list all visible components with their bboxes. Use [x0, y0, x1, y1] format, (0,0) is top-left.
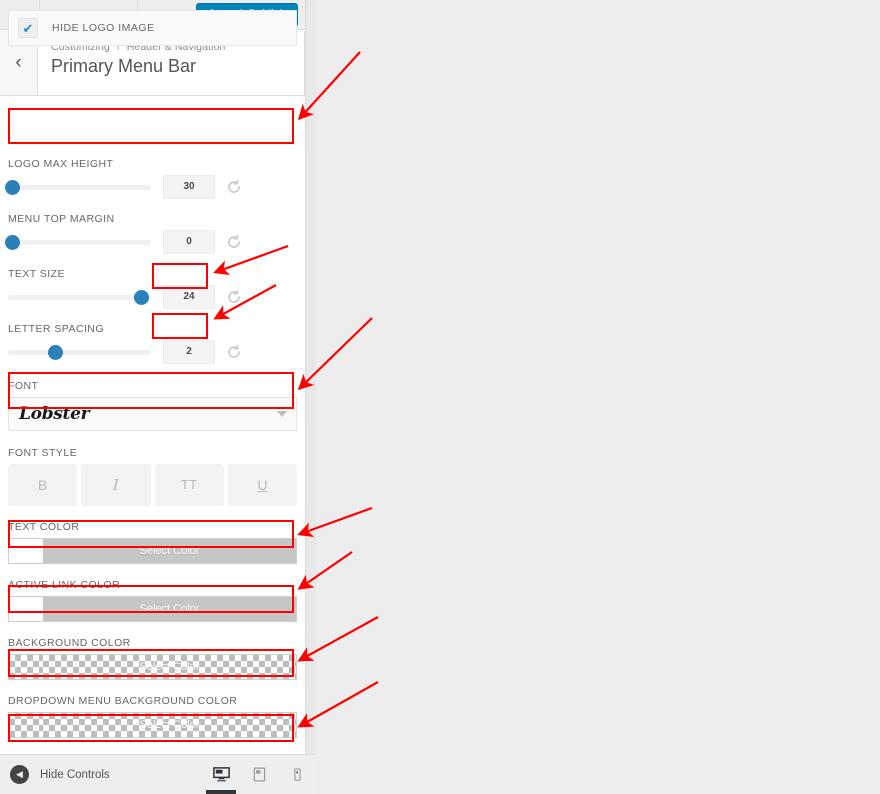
dropdown-background-color-control: DROPDOWN MENU BACKGROUND COLOR Select Co… — [0, 695, 305, 738]
letter-spacing-label: LETTER SPACING — [8, 323, 104, 335]
font-select[interactable]: Lobster — [8, 397, 297, 431]
color-swatch[interactable] — [9, 713, 43, 737]
active-link-color-label: ACTIVE LINK COLOR — [8, 579, 121, 591]
logo-max-height-input[interactable]: 30 — [163, 175, 215, 199]
select-color-label: Select Color — [139, 603, 200, 615]
page-title: Primary Menu Bar — [51, 56, 197, 76]
select-color-label: Select Color — [139, 661, 200, 673]
controls-list: LOGO MAX HEIGHT 30 MENU TOP MARGIN 0 TEX… — [0, 144, 305, 738]
color-swatch[interactable] — [9, 539, 43, 563]
select-color-button[interactable]: Select Color — [43, 539, 296, 563]
select-color-label: Select Color — [139, 719, 200, 731]
logo-max-height-row: 30 — [5, 175, 297, 199]
slider-handle[interactable] — [5, 235, 21, 250]
slider-handle[interactable] — [5, 180, 21, 195]
checkmark-icon: ✔ — [22, 20, 34, 36]
reset-icon[interactable] — [226, 234, 242, 250]
slider-handle[interactable] — [133, 290, 149, 305]
slider-handle[interactable] — [48, 345, 64, 360]
text-size-control: TEXT SIZE 24 — [0, 268, 305, 309]
menu-top-margin-input[interactable]: 0 — [163, 230, 215, 254]
background-color-label: BACKGROUND COLOR — [8, 637, 131, 649]
reset-icon[interactable] — [226, 179, 242, 195]
select-color-button[interactable]: Select Color — [43, 597, 296, 621]
chevron-down-icon — [277, 411, 287, 417]
text-size-input[interactable]: 24 — [163, 285, 215, 309]
dropdown-background-color-label: DROPDOWN MENU BACKGROUND COLOR — [8, 695, 238, 707]
bottom-bar: ◀ Hide Controls — [0, 754, 316, 794]
desktop-preview-icon[interactable] — [202, 755, 240, 794]
menu-top-margin-control: MENU TOP MARGIN 0 — [0, 213, 305, 254]
bold-button[interactable]: B — [8, 464, 78, 506]
text-color-picker[interactable]: Select Color — [8, 538, 297, 564]
letter-spacing-input[interactable]: 2 — [163, 340, 215, 364]
background-color-picker[interactable]: Select Color — [8, 654, 297, 680]
panel-scrollbar[interactable] — [305, 0, 316, 794]
letter-spacing-control: LETTER SPACING 2 — [0, 323, 305, 364]
text-size-slider[interactable] — [8, 288, 151, 306]
text-color-control: TEXT COLOR Select Color — [0, 521, 305, 564]
select-color-label: Select Color — [139, 545, 200, 557]
slider-track — [8, 185, 151, 190]
hide-logo-checkbox[interactable]: ✔ — [18, 18, 38, 38]
dropdown-background-color-picker[interactable]: Select Color — [8, 712, 297, 738]
text-color-label: TEXT COLOR — [8, 521, 80, 533]
hide-logo-label: HIDE LOGO IMAGE — [52, 22, 155, 34]
slider-track — [8, 295, 151, 300]
hide-controls-button[interactable]: ◀ Hide Controls — [0, 765, 110, 784]
font-selected-value: Lobster — [19, 404, 90, 424]
letter-spacing-row: 2 — [8, 340, 297, 364]
text-size-label: TEXT SIZE — [8, 268, 65, 280]
color-swatch[interactable] — [9, 655, 43, 679]
active-link-color-picker[interactable]: Select Color — [8, 596, 297, 622]
italic-button[interactable]: I — [81, 464, 151, 506]
logo-max-height-label: LOGO MAX HEIGHT — [8, 158, 114, 170]
reset-icon[interactable] — [226, 344, 242, 360]
select-color-button[interactable]: Select Color — [43, 655, 296, 679]
site-preview-area[interactable] — [316, 0, 880, 794]
background-color-control: BACKGROUND COLOR Select Color — [0, 637, 305, 680]
customizer-panel: × ↑↓ Save & Publish ‹ Customizing › Head… — [0, 0, 305, 794]
font-style-control: FONT STYLE B I TT U — [0, 447, 305, 506]
menu-top-margin-row: 0 — [5, 230, 297, 254]
active-link-color-control: ACTIVE LINK COLOR Select Color — [0, 579, 305, 622]
logo-max-height-slider[interactable] — [5, 178, 151, 196]
logo-max-height-control: LOGO MAX HEIGHT 30 — [0, 158, 305, 199]
device-preview-buttons — [202, 755, 316, 794]
font-style-label: FONT STYLE — [8, 447, 78, 459]
letter-spacing-slider[interactable] — [8, 343, 151, 361]
underline-button[interactable]: U — [227, 464, 297, 506]
color-swatch[interactable] — [9, 597, 43, 621]
slider-track — [8, 240, 151, 245]
menu-top-margin-slider[interactable] — [5, 233, 151, 251]
mobile-preview-icon[interactable] — [278, 755, 316, 794]
uppercase-button[interactable]: TT — [154, 464, 224, 506]
screenshot-root: × ↑↓ Save & Publish ‹ Customizing › Head… — [0, 0, 880, 794]
text-size-row: 24 — [8, 285, 297, 309]
collapse-left-icon: ◀ — [10, 765, 29, 784]
tablet-preview-icon[interactable] — [240, 755, 278, 794]
font-control: FONT Lobster — [0, 380, 305, 431]
select-color-button[interactable]: Select Color — [43, 713, 296, 737]
font-style-buttons: B I TT U — [8, 464, 297, 506]
hide-logo-image-control[interactable]: ✔ HIDE LOGO IMAGE — [8, 10, 297, 46]
menu-top-margin-label: MENU TOP MARGIN — [8, 213, 115, 225]
hide-controls-label: Hide Controls — [40, 768, 110, 781]
font-label: FONT — [8, 380, 39, 392]
slider-track — [8, 350, 151, 355]
reset-icon[interactable] — [226, 289, 242, 305]
